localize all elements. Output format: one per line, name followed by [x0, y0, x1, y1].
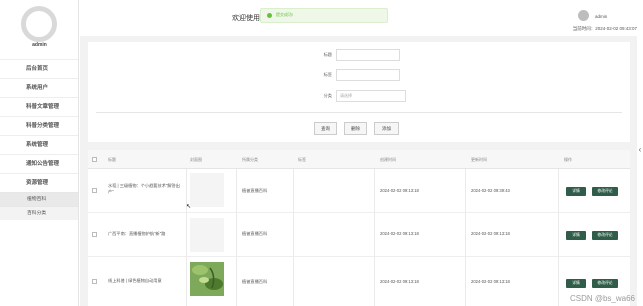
- row-checkbox[interactable]: [92, 232, 97, 237]
- row-title: 水稻 | 三级植物：个小趋要技术"解答出产": [108, 183, 180, 194]
- header-username[interactable]: admin: [595, 14, 607, 19]
- sidebar-item-notices[interactable]: 通知公告管理: [0, 154, 78, 173]
- watermark: CSDN @bs_wa66: [569, 294, 635, 303]
- col-cover: 封面图: [190, 157, 202, 162]
- cover-image: [190, 173, 224, 207]
- row-updated: 2024-02-02 09:39:43: [471, 188, 510, 193]
- table-row[interactable]: 线上科普 | 绿色植物自动用意 植被直播百科 2024-02-02 09:13:…: [88, 257, 630, 306]
- col-title: 标题: [108, 157, 116, 162]
- cover-image: [190, 218, 224, 252]
- filter-category-label: 分类: [323, 93, 332, 98]
- cover-image-leaf: [190, 262, 224, 296]
- filter-tag-label: 标签: [323, 72, 332, 77]
- row-checkbox[interactable]: [92, 188, 97, 193]
- edit-comment-button[interactable]: 修改评论: [592, 279, 618, 288]
- sidebar-subitem-plant-categories[interactable]: 百科分类: [0, 206, 78, 220]
- filter-title-label: 标题: [323, 52, 332, 57]
- row-created: 2024-02-02 09:13:18: [380, 188, 419, 193]
- sidebar-item-system[interactable]: 系统管理: [0, 135, 78, 154]
- table-row[interactable]: 广西平南：直播植物护航"新"路 植被直播百科 2024-02-02 09:13:…: [88, 213, 630, 257]
- col-category: 所属分类: [242, 157, 258, 162]
- data-table: 标题 封面图 所属分类 标签 创建时间 更新时间 操作 水稻 | 三级植物：个小…: [88, 150, 630, 306]
- row-title: 广西平南：直播植物护航"新"路: [108, 231, 166, 236]
- detail-button[interactable]: 详情: [566, 231, 586, 240]
- sidebar-username: admin: [32, 42, 47, 48]
- sidebar-item-home[interactable]: 后台首页: [0, 59, 78, 78]
- sidebar-avatar-area: admin: [0, 0, 78, 56]
- row-created: 2024-02-02 09:13:18: [380, 231, 419, 236]
- sidebar-item-articles[interactable]: 科普文章管理: [0, 97, 78, 116]
- current-time: 当前时间：2024-02-02 09:43:07: [572, 26, 637, 31]
- select-all-checkbox[interactable]: [92, 157, 97, 162]
- col-created: 创建时间: [380, 157, 396, 162]
- sidebar-subitem-plants[interactable]: 植物百科: [0, 192, 78, 206]
- search-panel: 标题 标签 分类 请选择 查询 删除 添加: [88, 42, 630, 142]
- col-actions: 操作: [564, 157, 572, 162]
- page-title: 欢迎使用: [232, 15, 260, 22]
- delete-button[interactable]: 删除: [344, 122, 367, 135]
- row-updated: 2024-02-02 09:13:18: [471, 231, 510, 236]
- filter-tag-input[interactable]: [336, 69, 400, 81]
- col-updated: 更新时间: [471, 157, 487, 162]
- divider: [96, 112, 622, 113]
- filter-category-select[interactable]: 请选择: [336, 90, 406, 102]
- sidebar-item-resources[interactable]: 资源管理: [0, 173, 78, 192]
- add-button[interactable]: 添加: [374, 122, 399, 135]
- sidebar: admin 后台首页 系统用户 科普文章管理 科普分类管理 系统管理 通知公告管…: [0, 0, 79, 306]
- success-icon: [267, 13, 272, 18]
- col-tag: 标签: [298, 157, 306, 162]
- edit-comment-button[interactable]: 修改评论: [592, 187, 618, 196]
- mouse-cursor-icon: ↖: [186, 204, 192, 210]
- toast-message: 提交成功!: [276, 12, 294, 17]
- cover-image: [190, 262, 224, 296]
- row-title: 线上科普 | 绿色植物自动用意: [108, 278, 162, 283]
- table-row[interactable]: 水稻 | 三级植物：个小趋要技术"解答出产" 植被直播百科 2024-02-02…: [88, 169, 630, 213]
- sidebar-item-categories[interactable]: 科普分类管理: [0, 116, 78, 135]
- query-button[interactable]: 查询: [314, 122, 337, 135]
- avatar[interactable]: [21, 6, 57, 42]
- user-avatar[interactable]: [578, 10, 589, 21]
- main-content: 标题 标签 分类 请选择 查询 删除 添加 标题 封面图 所属分类 标签 创建时…: [80, 36, 637, 306]
- row-category: 植被直播百科: [242, 188, 268, 193]
- filter-title-input[interactable]: [336, 49, 400, 61]
- row-category: 植被直播百科: [242, 279, 268, 284]
- detail-button[interactable]: 详情: [566, 187, 586, 196]
- row-created: 2024-02-02 09:13:18: [380, 279, 419, 284]
- sidebar-item-users[interactable]: 系统用户: [0, 78, 78, 97]
- row-updated: 2024-02-02 09:13:18: [471, 279, 510, 284]
- edit-comment-button[interactable]: 修改评论: [592, 231, 618, 240]
- detail-button[interactable]: 详情: [566, 279, 586, 288]
- success-toast: 提交成功!: [260, 8, 388, 23]
- chevron-left-icon[interactable]: ‹: [637, 140, 643, 160]
- table-header: 标题 封面图 所属分类 标签 创建时间 更新时间 操作: [88, 150, 630, 169]
- row-category: 植被直播百科: [242, 231, 268, 236]
- header: 欢迎使用 提交成功! admin 当前时间：2024-02-02 09:43:0…: [80, 0, 637, 36]
- row-checkbox[interactable]: [92, 279, 97, 284]
